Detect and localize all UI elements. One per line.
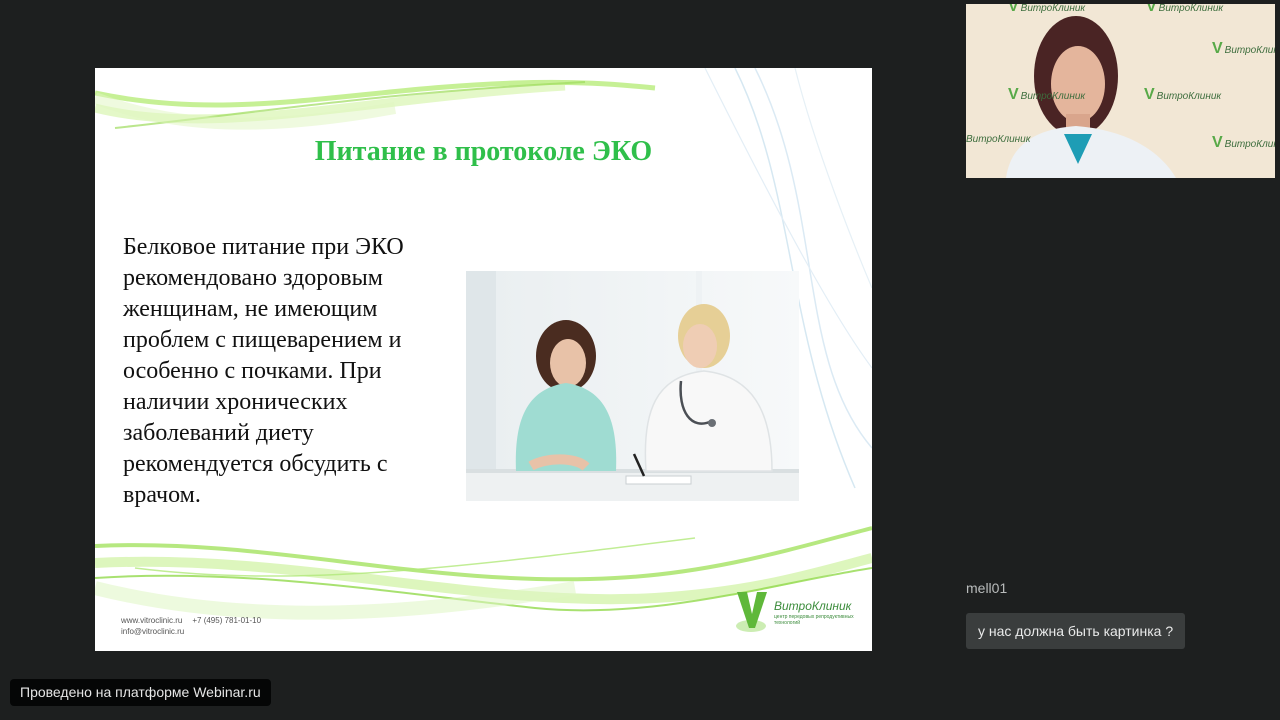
logo-name: ВитроКлиник — [774, 599, 852, 613]
body-line: рекомендуется обсудить с — [123, 451, 388, 477]
slide-body-text: Белковое питание при ЭКО рекомендовано з… — [123, 232, 468, 511]
website-text: www.vitroclinic.ru — [121, 616, 183, 625]
slide-title: Питание в протоколе ЭКО — [314, 136, 653, 167]
backdrop-logo: VВитроКлиник — [1008, 86, 1086, 103]
chat-username: mell01 — [966, 580, 1008, 596]
body-line: проблем с пищеварением и — [123, 327, 402, 353]
presentation-slide: Питание в протоколе ЭКО Белковое питание… — [95, 68, 872, 651]
backdrop-logo: ВитроКлиник — [966, 134, 1031, 145]
email-text: info@vitroclinic.ru — [121, 627, 185, 636]
body-line: особенно с почками. При — [123, 358, 382, 384]
doctor-patient-photo — [466, 271, 799, 501]
body-line: заболеваний диету — [123, 420, 314, 446]
body-line: женщинам, не имеющим — [123, 296, 378, 322]
body-line: Белковое питание при ЭКО — [123, 234, 404, 260]
platform-badge-link[interactable]: Проведено на платформе Webinar.ru — [10, 679, 271, 706]
backdrop-logo: VВитроКлиник — [1144, 86, 1222, 103]
body-line: рекомендовано здоровым — [123, 265, 383, 291]
presenter-webcam: VВитроКлиник VВитроКлиник VВитроКлиник V… — [966, 4, 1275, 178]
logo-subtitle: центр передовых репродуктивных технологи… — [774, 614, 854, 626]
backdrop-logo: VВитроКлиник — [1212, 40, 1275, 57]
phone-text: +7 (495) 781-01-10 — [192, 616, 262, 625]
backdrop-logo: VВитроКлиник — [1212, 134, 1275, 151]
backdrop-logo: VВитроКлиник — [1146, 4, 1224, 15]
backdrop-logo: VВитроКлиник — [1008, 4, 1086, 15]
chat-message: у нас должна быть картинка ? — [966, 613, 1186, 649]
footer-contacts: www.vitroclinic.ru +7 (495) 781-01-10 inf… — [121, 615, 271, 637]
body-line: врачом. — [123, 482, 201, 508]
body-line: наличии хронических — [123, 389, 348, 415]
vitroclinic-logo: ВитроКлиник центр передовых репродуктивн… — [733, 590, 858, 638]
